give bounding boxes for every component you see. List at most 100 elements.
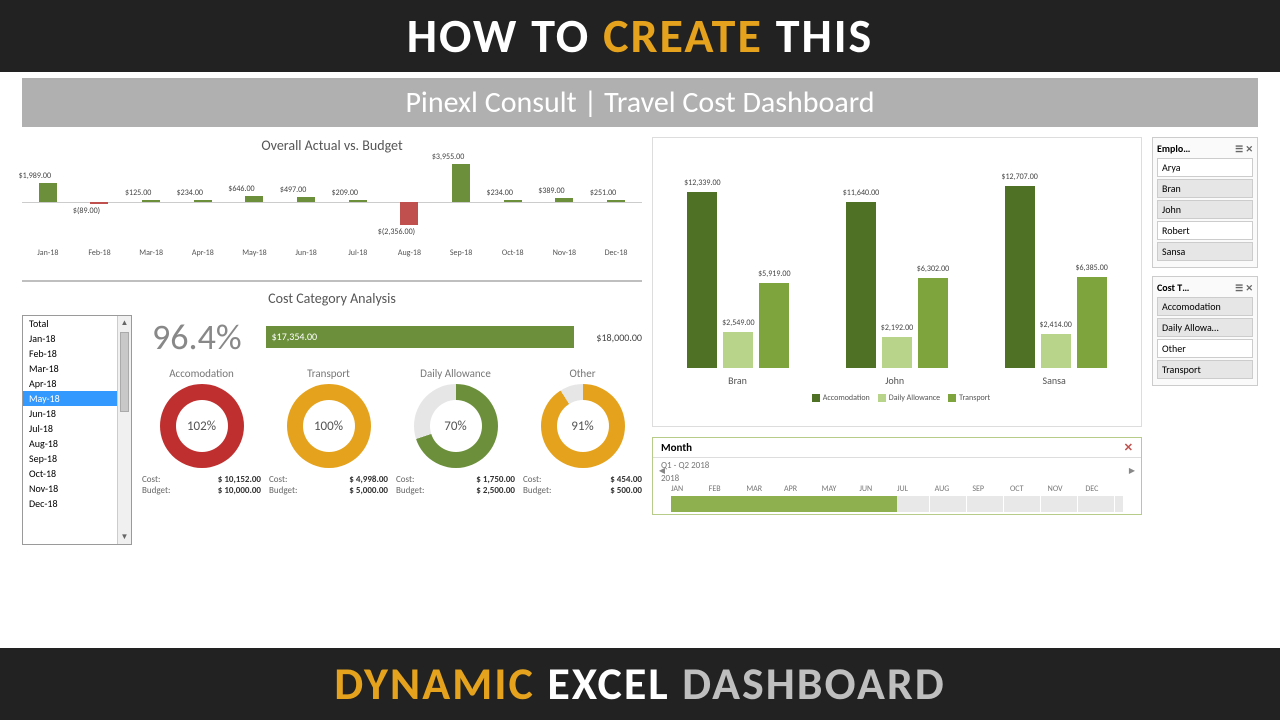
timeline-month[interactable]: AUG bbox=[935, 484, 973, 494]
slicer-item[interactable]: Sansa bbox=[1157, 242, 1253, 261]
slicer-item[interactable]: Arya bbox=[1157, 158, 1253, 177]
timeline-year: 2018 bbox=[653, 473, 1141, 484]
timeline-month[interactable]: DEC bbox=[1085, 484, 1123, 494]
timeline-month[interactable]: JUL bbox=[897, 484, 935, 494]
dashboard-title: Pinexl Consult | Travel Cost Dashboard bbox=[22, 78, 1258, 127]
slicer-item[interactable]: Daily Allowa… bbox=[1157, 318, 1253, 337]
donut-title: Accomodation bbox=[142, 367, 261, 380]
slicer-item[interactable]: Other bbox=[1157, 339, 1253, 358]
avb-bar: $3,955.00 bbox=[439, 162, 483, 242]
avb-bar: $497.00 bbox=[284, 162, 328, 242]
grouped-bar: $2,414.00 bbox=[1041, 334, 1071, 368]
multiselect-icon[interactable]: ☰ bbox=[1235, 144, 1243, 155]
avb-category: Aug-18 bbox=[387, 248, 431, 258]
avb-bar: $125.00 bbox=[129, 162, 173, 242]
avb-category: Dec-18 bbox=[594, 248, 638, 258]
grouped-bar: $5,919.00 bbox=[759, 283, 789, 368]
period-option[interactable]: Jul-18 bbox=[23, 421, 131, 436]
timeline-month[interactable]: JAN bbox=[671, 484, 709, 494]
period-option[interactable]: Jan-18 bbox=[23, 331, 131, 346]
grouped-category: John bbox=[885, 374, 904, 387]
period-option[interactable]: May-18 bbox=[23, 391, 131, 406]
period-option[interactable]: Sep-18 bbox=[23, 451, 131, 466]
listbox-scrollbar[interactable]: ▲ ▼ bbox=[117, 316, 131, 544]
costtype-slicer-title: Cost T… bbox=[1157, 281, 1189, 294]
grouped-bar: $6,302.00 bbox=[918, 278, 948, 368]
clear-filter-icon[interactable]: ✕ bbox=[1245, 144, 1253, 155]
grouped-bar: $2,549.00 bbox=[723, 332, 753, 368]
overall-pct: 96.4% bbox=[142, 315, 252, 359]
avb-category: Oct-18 bbox=[491, 248, 535, 258]
timeline-month[interactable]: OCT bbox=[1010, 484, 1048, 494]
avb-category: Apr-18 bbox=[181, 248, 225, 258]
costtype-slicer[interactable]: Cost T… ☰ ✕ Accomodation Daily Allowa… Oth… bbox=[1152, 276, 1258, 386]
employee-slicer[interactable]: Emplo… ☰ ✕ Arya Bran John Robert Sansa bbox=[1152, 137, 1258, 268]
donut-card: Transport100%Cost:$ 4,998.00Budget:$ 5,0… bbox=[269, 367, 388, 496]
scroll-thumb[interactable] bbox=[120, 332, 129, 412]
period-option[interactable]: Dec-18 bbox=[23, 496, 131, 511]
avb-bar: $234.00 bbox=[491, 162, 535, 242]
grouped-bar: $6,385.00 bbox=[1077, 277, 1107, 368]
timeline-next-icon[interactable]: ▶ bbox=[1125, 466, 1139, 510]
timeline-month[interactable]: APR bbox=[784, 484, 822, 494]
headline-bottom: DYNAMIC EXCEL DASHBOARD bbox=[0, 648, 1280, 720]
donut-chart: 102% bbox=[160, 384, 244, 468]
period-option[interactable]: Feb-18 bbox=[23, 346, 131, 361]
avb-bar: $646.00 bbox=[232, 162, 276, 242]
avb-category: Sep-18 bbox=[439, 248, 483, 258]
timeline-month[interactable]: MAY bbox=[822, 484, 860, 494]
avb-category: Jul-18 bbox=[336, 248, 380, 258]
month-timeline[interactable]: Month ✕ Q1 - Q2 2018 2018 JANFEBMARAPRMA… bbox=[652, 437, 1142, 515]
slicer-item[interactable]: Bran bbox=[1157, 179, 1253, 198]
avb-category: Jun-18 bbox=[284, 248, 328, 258]
period-option[interactable]: Nov-18 bbox=[23, 481, 131, 496]
period-option[interactable]: Mar-18 bbox=[23, 361, 131, 376]
grouped-category: Bran bbox=[728, 374, 747, 387]
employee-slicer-title: Emplo… bbox=[1157, 142, 1190, 155]
employee-cost-chart: $12,339.00$2,549.00$5,919.00$11,640.00$2… bbox=[652, 137, 1142, 427]
avb-category: May-18 bbox=[232, 248, 276, 258]
donut-chart: 70% bbox=[414, 384, 498, 468]
cost-vs-budget-bar: $17,354.00 $18,000.00 bbox=[266, 318, 642, 356]
grouped-bar: $11,640.00 bbox=[846, 202, 876, 368]
timeline-clear-icon[interactable]: ✕ bbox=[1124, 441, 1133, 454]
avb-chart: $1,989.00$(89.00)$125.00$234.00$646.00$4… bbox=[22, 162, 642, 272]
timeline-month[interactable]: JUN bbox=[859, 484, 897, 494]
period-option[interactable]: Apr-18 bbox=[23, 376, 131, 391]
employee-group: $11,640.00$2,192.00$6,302.00 bbox=[846, 202, 948, 368]
timeline-title: Month bbox=[661, 441, 692, 454]
scroll-up-icon[interactable]: ▲ bbox=[118, 316, 131, 330]
period-option[interactable]: Oct-18 bbox=[23, 466, 131, 481]
slicer-item[interactable]: Accomodation bbox=[1157, 297, 1253, 316]
timeline-prev-icon[interactable]: ◀ bbox=[655, 466, 669, 510]
multiselect-icon[interactable]: ☰ bbox=[1235, 283, 1243, 294]
avb-category: Feb-18 bbox=[77, 248, 121, 258]
timeline-month[interactable]: FEB bbox=[709, 484, 747, 494]
slicer-item[interactable]: Robert bbox=[1157, 221, 1253, 240]
avb-category: Nov-18 bbox=[542, 248, 586, 258]
avb-bar: $389.00 bbox=[542, 162, 586, 242]
timeline-track[interactable] bbox=[671, 496, 1123, 512]
grouped-bar: $2,192.00 bbox=[882, 337, 912, 368]
slicer-item[interactable]: John bbox=[1157, 200, 1253, 219]
period-option[interactable]: Jun-18 bbox=[23, 406, 131, 421]
clear-filter-icon[interactable]: ✕ bbox=[1245, 283, 1253, 294]
donut-chart: 100% bbox=[287, 384, 371, 468]
employee-group: $12,707.00$2,414.00$6,385.00 bbox=[1005, 186, 1107, 368]
donut-title: Transport bbox=[269, 367, 388, 380]
period-listbox[interactable]: TotalJan-18Feb-18Mar-18Apr-18May-18Jun-1… bbox=[22, 315, 132, 545]
grouped-category: Sansa bbox=[1042, 374, 1065, 387]
avb-category: Mar-18 bbox=[129, 248, 173, 258]
timeline-month[interactable]: MAR bbox=[746, 484, 784, 494]
scroll-down-icon[interactable]: ▼ bbox=[118, 530, 131, 544]
timeline-month[interactable]: NOV bbox=[1048, 484, 1086, 494]
donut-title: Daily Allowance bbox=[396, 367, 515, 380]
avb-category: Jan-18 bbox=[26, 248, 70, 258]
period-option[interactable]: Total bbox=[23, 316, 131, 331]
period-option[interactable]: Aug-18 bbox=[23, 436, 131, 451]
donut-chart: 91% bbox=[541, 384, 625, 468]
timeline-range: Q1 - Q2 2018 bbox=[653, 458, 1141, 473]
slicer-item[interactable]: Transport bbox=[1157, 360, 1253, 379]
timeline-month[interactable]: SEP bbox=[972, 484, 1010, 494]
donut-title: Other bbox=[523, 367, 642, 380]
